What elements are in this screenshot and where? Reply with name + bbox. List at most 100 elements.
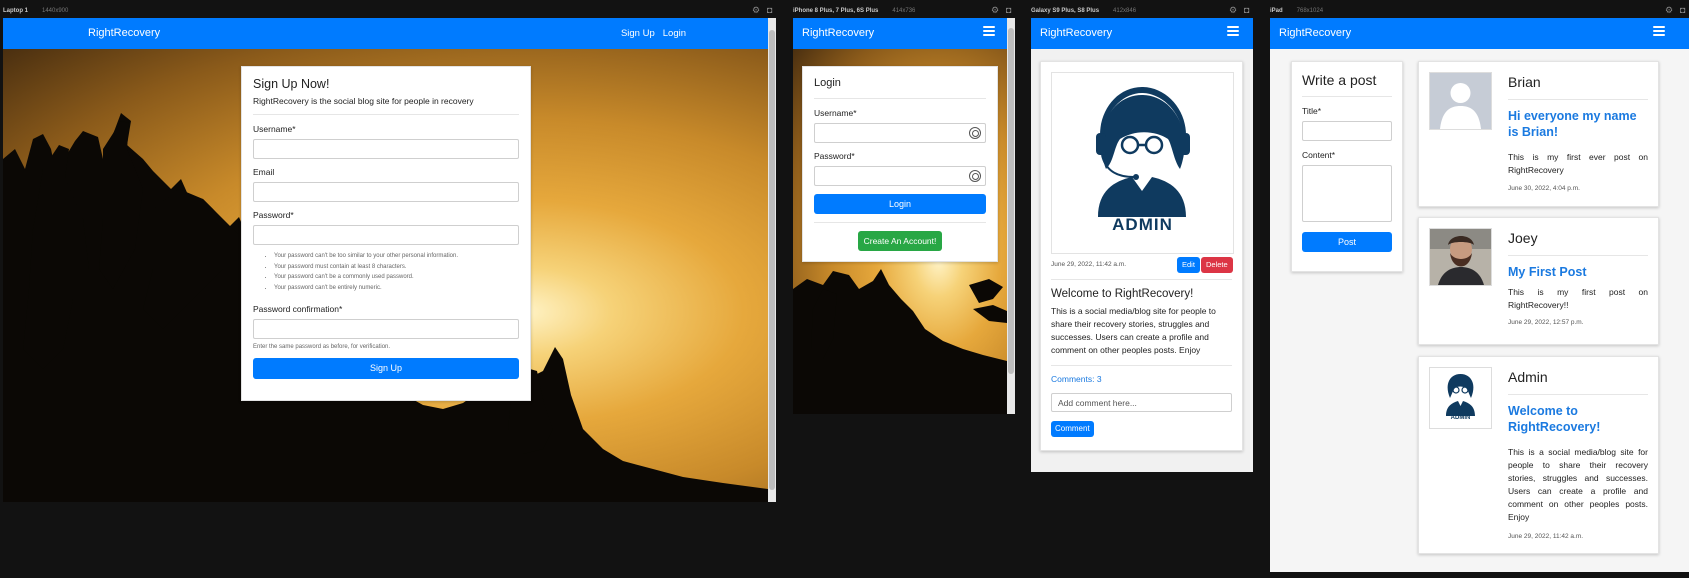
default-user-icon xyxy=(1430,73,1491,129)
signup-email-input[interactable] xyxy=(253,182,519,202)
page-scrollbar[interactable] xyxy=(768,18,776,502)
device-label: iPhone 8 Plus, 7 Plus, 6S Plus 414x736 ⚙… xyxy=(793,4,1015,18)
password-label: Password* xyxy=(814,151,855,161)
gear-icon[interactable]: ⚙ xyxy=(1229,6,1238,15)
hamburger-menu-icon[interactable] xyxy=(1227,26,1239,36)
post-title-link[interactable]: My First Post xyxy=(1508,264,1648,280)
write-post-card: Write a post Title* Content* Post xyxy=(1291,61,1403,272)
password-help-list: Your password can't be too similar to yo… xyxy=(274,251,519,293)
username-label: Username* xyxy=(814,108,857,118)
hamburger-menu-icon[interactable] xyxy=(1653,26,1665,36)
confirm-help: Enter the same password as before, for v… xyxy=(253,344,391,350)
device-iphone: iPhone 8 Plus, 7 Plus, 6S Plus 414x736 ⚙… xyxy=(793,4,1015,414)
login-title: Login xyxy=(814,77,841,89)
signup-confirm-input[interactable] xyxy=(253,319,519,339)
device-name: Laptop 1 xyxy=(3,8,28,14)
password-help-item: Your password must contain at least 8 ch… xyxy=(274,262,519,273)
post-body: This is my first ever post on RightRecov… xyxy=(1508,152,1648,175)
ipad-screen: RightRecovery Write a post Title* Conten… xyxy=(1270,18,1689,572)
edit-post-button[interactable]: Edit xyxy=(1177,257,1200,273)
gear-icon[interactable]: ⚙ xyxy=(1665,6,1674,15)
post-title-input[interactable] xyxy=(1302,121,1392,141)
author-photo xyxy=(1430,229,1491,285)
password-help-item: Your password can't be entirely numeric. xyxy=(274,283,519,294)
password-manager-icon[interactable] xyxy=(969,127,981,139)
comments-count-link[interactable]: Comments: 3 xyxy=(1051,374,1232,384)
signup-subtitle: RightRecovery is the social blog site fo… xyxy=(253,96,474,106)
email-label: Email xyxy=(253,167,275,177)
post-date: June 29, 2022, 12:57 p.m. xyxy=(1508,319,1584,326)
password-help-item: Your password can't be a commonly used p… xyxy=(274,272,519,283)
device-label: iPad 768x1024 ⚙ ◘ xyxy=(1270,4,1689,18)
login-button[interactable]: Login xyxy=(814,194,986,214)
device-name: iPhone 8 Plus, 7 Plus, 6S Plus xyxy=(793,8,879,14)
post-author[interactable]: Admin xyxy=(1508,369,1648,385)
password-help-item: Your password can't be too similar to yo… xyxy=(274,251,519,262)
post-button[interactable]: Post xyxy=(1302,232,1392,252)
post-title-label: Title* xyxy=(1302,106,1322,116)
write-post-title: Write a post xyxy=(1302,72,1377,88)
post-title-link[interactable]: Welcome to RightRecovery! xyxy=(1508,403,1648,435)
feed-post-card: Joey My First Post This is my first post… xyxy=(1418,217,1659,345)
author-avatar: ADMIN xyxy=(1429,367,1492,429)
navbar: RightRecovery xyxy=(1270,18,1689,49)
brand-link[interactable]: RightRecovery xyxy=(802,27,874,39)
create-account-button[interactable]: Create An Account! xyxy=(857,231,943,251)
post-date: June 30, 2022, 4:04 p.m. xyxy=(1508,185,1580,192)
author-avatar xyxy=(1429,228,1492,286)
author-avatar xyxy=(1429,72,1492,130)
navbar: RightRecovery xyxy=(793,18,1015,49)
nav-signup-link[interactable]: Sign Up xyxy=(621,28,655,39)
post-author[interactable]: Joey xyxy=(1508,230,1648,246)
device-name: iPad xyxy=(1270,8,1283,14)
post-author[interactable]: Brian xyxy=(1508,74,1648,90)
post-body: This is my first post on RightRecovery!! xyxy=(1508,287,1648,310)
comment-input[interactable]: Add comment here... xyxy=(1051,393,1232,412)
hamburger-menu-icon[interactable] xyxy=(983,26,995,36)
post-title-link[interactable]: Hi everyone my name is Brian! xyxy=(1508,108,1648,140)
avatar-text: ADMIN xyxy=(1450,415,1471,421)
signup-password-input[interactable] xyxy=(253,225,519,245)
username-label: Username* xyxy=(253,124,296,134)
confirm-label: Password confirmation* xyxy=(253,304,343,314)
post-body: This is a social media/blog site for peo… xyxy=(1508,447,1648,522)
navbar: RightRecovery xyxy=(1031,18,1253,49)
nav-login-link[interactable]: Login xyxy=(663,28,686,39)
brand-link[interactable]: RightRecovery xyxy=(1279,27,1351,39)
feed-post-card: ADMIN Admin Welcome to RightRecovery! Th… xyxy=(1418,356,1659,554)
login-password-input[interactable] xyxy=(814,166,986,186)
camera-icon[interactable]: ◘ xyxy=(1244,6,1253,15)
navbar: RightRecovery Sign Up Login xyxy=(3,18,776,49)
laptop-screen: RightRecovery Sign Up Login Sign Up Now!… xyxy=(3,18,776,502)
post-image-text: ADMIN xyxy=(1112,215,1173,234)
gear-icon[interactable]: ⚙ xyxy=(991,6,1000,15)
brand-link[interactable]: RightRecovery xyxy=(88,27,160,39)
post-content-textarea[interactable] xyxy=(1302,165,1392,222)
signup-username-input[interactable] xyxy=(253,139,519,159)
post-content-label: Content* xyxy=(1302,150,1336,160)
post-image: ADMIN xyxy=(1051,72,1234,254)
device-laptop: Laptop 1 1440x900 ⚙ ◘ RightRecovery Sign … xyxy=(3,4,776,504)
login-username-input[interactable] xyxy=(814,123,986,143)
signup-title: Sign Up Now! xyxy=(253,77,330,91)
camera-icon[interactable]: ◘ xyxy=(1006,6,1015,15)
brand-link[interactable]: RightRecovery xyxy=(1040,27,1112,39)
device-dims: 1440x900 xyxy=(42,8,69,14)
password-label: Password* xyxy=(253,210,294,220)
device-name: Galaxy S9 Plus, S8 Plus xyxy=(1031,8,1100,14)
delete-post-button[interactable]: Delete xyxy=(1201,257,1233,273)
device-dims: 412x846 xyxy=(1113,8,1137,14)
device-ipad: iPad 768x1024 ⚙ ◘ RightRecovery Write a p… xyxy=(1270,4,1689,574)
post-detail-card: ADMIN June 29, 2022, 11:42 a.m. Edit Del… xyxy=(1040,61,1243,451)
password-manager-icon[interactable] xyxy=(969,170,981,182)
feed-post-card: Brian Hi everyone my name is Brian! This… xyxy=(1418,61,1659,207)
comment-button[interactable]: Comment xyxy=(1051,421,1094,437)
device-label: Laptop 1 1440x900 ⚙ ◘ xyxy=(3,4,776,18)
camera-icon[interactable]: ◘ xyxy=(767,6,776,15)
signup-button[interactable]: Sign Up xyxy=(253,358,519,379)
post-date: June 29, 2022, 11:42 a.m. xyxy=(1051,261,1127,268)
gear-icon[interactable]: ⚙ xyxy=(752,6,761,15)
device-galaxy: Galaxy S9 Plus, S8 Plus 412x846 ⚙ ◘ Right… xyxy=(1031,4,1253,474)
camera-icon[interactable]: ◘ xyxy=(1680,6,1689,15)
page-scrollbar[interactable] xyxy=(1007,18,1015,414)
